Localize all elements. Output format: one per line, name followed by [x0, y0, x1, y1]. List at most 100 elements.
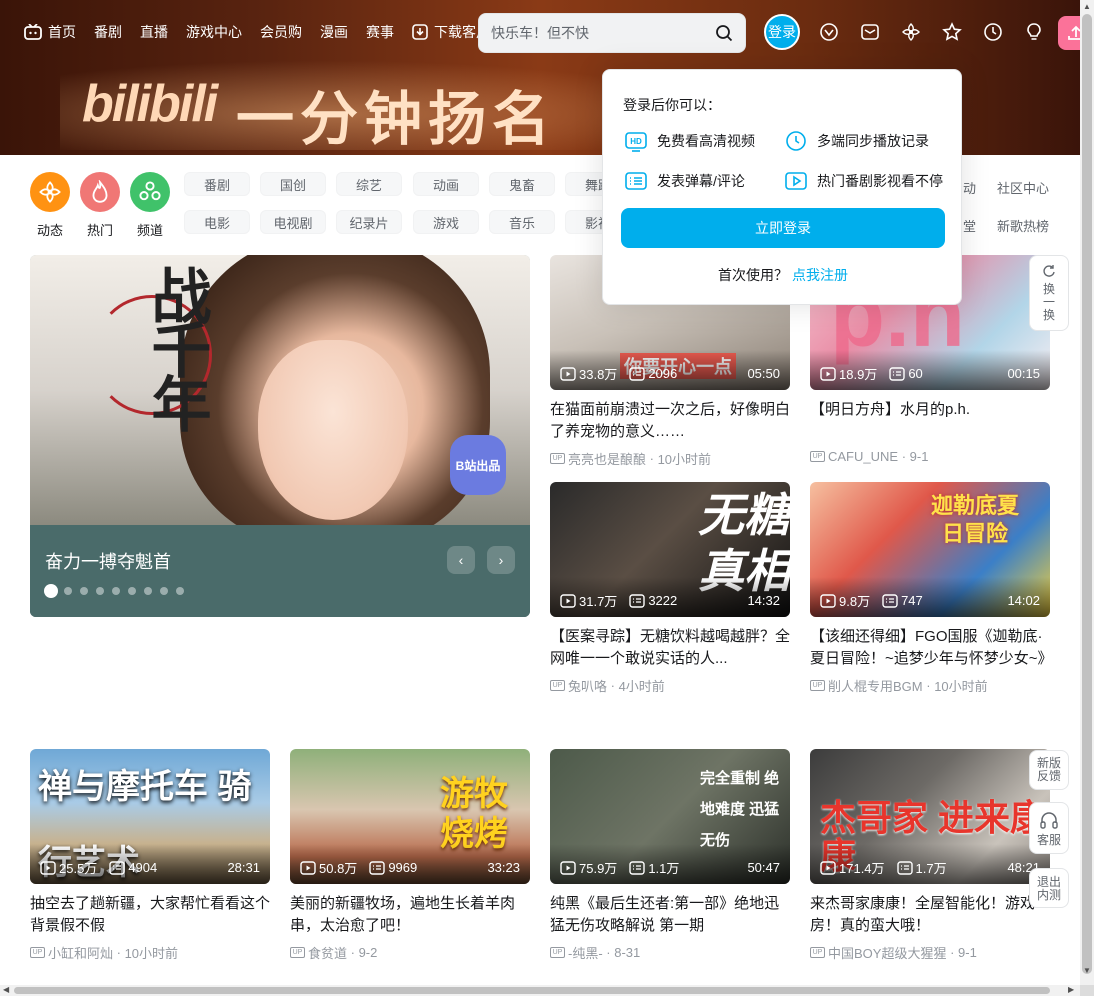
carousel-prev-button[interactable]: ‹ [447, 546, 475, 574]
upload-icon [1068, 25, 1080, 40]
video-thumbnail[interactable]: 禅与摩托车 骑行艺术25.5万490428:31 [30, 749, 270, 884]
link-partial-2[interactable]: 堂 [963, 216, 976, 235]
video-card[interactable]: 禅与摩托车 骑行艺术25.5万490428:31 抽空去了趟新疆，大家帮忙看看这个… [30, 749, 270, 962]
carousel-dot[interactable] [80, 587, 88, 595]
video-card[interactable]: 游牧烧烤 50.8万 9969 33:23 美丽的新疆牧场，遍地生长着羊肉串，太治愈了吧… [290, 749, 530, 962]
customer-service-label: 客服 [1036, 833, 1061, 847]
video-thumbnail[interactable]: 无糖 真相 31.7万 3222 14:32 [550, 482, 790, 617]
register-link[interactable]: 点我注册 [792, 267, 848, 283]
video-thumbnail[interactable]: 杰哥家 进来康康171.4万1.7万48:21 [810, 749, 1050, 884]
video-title[interactable]: 美丽的新疆牧场，遍地生长着羊肉串，太治愈了吧！ [290, 893, 530, 937]
video-title[interactable]: 【医案寻踪】无糖饮料越喝越胖？全网唯一一个敢说实话的人... [550, 626, 790, 670]
link-new-songs[interactable]: 新歌热榜 [997, 216, 1049, 235]
refresh-button[interactable]: 换一换 [1029, 255, 1069, 331]
nav-game-center[interactable]: 游戏中心 [186, 22, 242, 42]
uploader-name[interactable]: 中国BOY超级大猩猩 [828, 943, 946, 962]
channel-dynamic-label: 动态 [36, 223, 63, 238]
channel-hot[interactable]: 热门 [78, 172, 122, 239]
history-icon[interactable] [983, 22, 1003, 42]
nav-anime[interactable]: 番剧 [94, 22, 122, 42]
creator-bulb-icon[interactable] [1024, 22, 1044, 42]
dynamic-icon[interactable] [901, 22, 921, 42]
video-title[interactable]: 来杰哥家康康！全屋智能化！游戏房！真的蛮大哦！ [810, 893, 1050, 937]
banner-slogan: 一分钟扬名 [236, 87, 557, 152]
vertical-scrollbar[interactable]: ▲ ▼ [1080, 0, 1094, 985]
hero-carousel[interactable]: 战千年 B站出品 奋力一搏夺魁首 ‹ › [30, 255, 530, 617]
carousel-dot[interactable] [144, 587, 152, 595]
video-duration: 00:15 [1007, 366, 1040, 381]
video-thumbnail[interactable]: 完全重制 绝地难度 迅猛无伤 75.9万 1.1万 50:47 [550, 749, 790, 884]
channel-dynamic[interactable]: 动态 [28, 172, 72, 239]
vip-icon[interactable] [819, 22, 839, 42]
video-card[interactable]: 完全重制 绝地难度 迅猛无伤 75.9万 1.1万 50:47 纯黑《最后生还者:第一部… [550, 749, 790, 962]
video-card[interactable]: 杰哥家 进来康康171.4万1.7万48:21 来杰哥家康康！全屋智能化！游戏房！… [810, 749, 1050, 962]
video-thumbnail[interactable]: 迦勒底夏日冒险 9.8万 747 14:02 [810, 482, 1050, 617]
login-now-button[interactable]: 立即登录 [621, 208, 945, 248]
video-thumbnail[interactable]: 游牧烧烤 50.8万 9969 33:23 [290, 749, 530, 884]
view-count-value: 171.4万 [839, 861, 885, 876]
tag-bangumi[interactable]: 番剧 [184, 172, 250, 196]
search-input[interactable] [491, 25, 715, 41]
login-avatar-button[interactable]: 登录 [764, 14, 800, 50]
vertical-scroll-thumb[interactable] [1082, 14, 1092, 974]
video-title[interactable]: 在猫面前崩溃过一次之后，好像明白了养宠物的意义…… [550, 399, 790, 443]
carousel-dot[interactable] [96, 587, 104, 595]
meta-separator: · [113, 945, 125, 960]
tag-music[interactable]: 音乐 [489, 210, 555, 234]
scroll-right-arrow[interactable]: ▶ [1068, 985, 1074, 994]
nav-mall[interactable]: 会员购 [260, 22, 302, 42]
horizontal-scrollbar[interactable]: ◀ ▶ [0, 985, 1080, 996]
uploader-name[interactable]: 兔叭咯 [568, 676, 607, 695]
video-card[interactable]: 迦勒底夏日冒险 9.8万 747 14:02 【该细还得细】FGO国服《迦勒底·夏日冒险… [810, 482, 1050, 695]
favorites-icon[interactable] [942, 22, 962, 42]
video-card[interactable]: 无糖 真相 31.7万 3222 14:32 【医案寻踪】无糖饮料越喝越胖？全网唯一一个… [550, 482, 790, 695]
exit-beta-button[interactable]: 退出内测 [1029, 868, 1069, 908]
carousel-dot[interactable] [112, 587, 120, 595]
carousel-dot[interactable] [176, 587, 184, 595]
video-title[interactable]: 纯黑《最后生还者:第一部》绝地迅猛无伤攻略解说 第一期 [550, 893, 790, 937]
message-icon[interactable] [860, 22, 880, 42]
channel-channels[interactable]: 频道 [128, 172, 172, 239]
nav-esports[interactable]: 赛事 [366, 22, 394, 42]
tag-game[interactable]: 游戏 [413, 210, 479, 234]
video-title[interactable]: 【明日方舟】水月的p.h. [810, 399, 1050, 443]
carousel-dot[interactable] [160, 587, 168, 595]
nav-manga[interactable]: 漫画 [320, 22, 348, 42]
video-title[interactable]: 【该细还得细】FGO国服《迦勒底·夏日冒险！~追梦少年与怀梦少女~》剧情全解 [810, 626, 1050, 670]
uploader-name[interactable]: 食贫道 [308, 943, 347, 962]
scroll-left-arrow[interactable]: ◀ [3, 985, 9, 994]
tag-movie[interactable]: 电影 [184, 210, 250, 234]
carousel-dot[interactable] [128, 587, 136, 595]
horizontal-scroll-thumb[interactable] [14, 987, 1050, 994]
customer-service-button[interactable]: 客服 [1029, 802, 1069, 854]
video-title[interactable]: 抽空去了趟新疆，大家帮忙看看这个背景假不假 [30, 893, 270, 937]
tag-variety[interactable]: 综艺 [336, 172, 402, 196]
tag-documentary[interactable]: 纪录片 [336, 210, 402, 234]
tag-animation[interactable]: 动画 [413, 172, 479, 196]
carousel-next-button[interactable]: › [487, 546, 515, 574]
carousel-dot[interactable] [44, 584, 58, 598]
scroll-up-arrow[interactable]: ▲ [1083, 2, 1091, 11]
tag-tv-drama[interactable]: 电视剧 [260, 210, 326, 234]
uploader-name[interactable]: -纯黑- [568, 943, 603, 962]
upload-button[interactable] [1058, 16, 1080, 50]
link-partial-1[interactable]: 动 [963, 178, 976, 197]
video-meta: UP 兔叭咯 · 4小时前 [550, 676, 790, 695]
carousel-title[interactable]: 奋力一搏夺魁首 [45, 548, 171, 574]
uploader-name[interactable]: CAFU_UNE [828, 449, 898, 464]
search-icon[interactable] [715, 24, 733, 42]
uploader-name[interactable]: 小缸和阿灿 [48, 943, 113, 962]
feedback-button[interactable]: 新版反馈 [1029, 750, 1069, 790]
danmaku-count-icon [882, 593, 898, 608]
uploader-name[interactable]: 削人棍专用BGM [828, 676, 923, 695]
carousel-dot[interactable] [64, 587, 72, 595]
bilibili-logo[interactable]: bilibili [82, 74, 218, 134]
nav-home[interactable]: 首页 [24, 22, 76, 42]
tag-kichiku[interactable]: 鬼畜 [489, 172, 555, 196]
tag-guochuang[interactable]: 国创 [260, 172, 326, 196]
view-count: 25.5万 [40, 858, 97, 877]
uploader-name[interactable]: 亮亮也是酿酿 [568, 449, 646, 468]
scroll-down-arrow[interactable]: ▼ [1083, 966, 1091, 975]
nav-live[interactable]: 直播 [140, 22, 168, 42]
link-community-center[interactable]: 社区中心 [997, 178, 1049, 197]
